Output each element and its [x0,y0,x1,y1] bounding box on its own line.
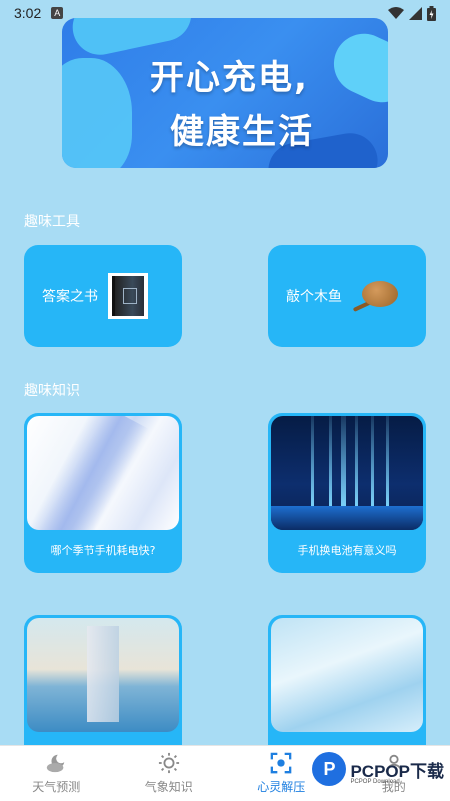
tool-label: 答案之书 [42,289,98,305]
banner-decoration [324,23,388,113]
knowledge-image-silk [27,416,179,530]
knowledge-caption: 哪个季节手机耗电快? [50,544,156,557]
banner-decoration [62,58,132,168]
notification-a-icon: A [51,7,64,19]
knowledge-card[interactable]: 手机换电池有意义吗 [268,413,426,573]
status-icons [388,5,436,21]
watermark-subtext: PCPOP Download [350,779,400,785]
battery-icon [427,5,436,21]
nav-label: 天气预测 [32,780,81,794]
banner-line1: 开心充电, [150,58,309,98]
scan-heart-icon [270,752,292,774]
knowledge-caption: 手机换电池有意义吗 [297,544,397,557]
nav-label: 心灵解压 [257,780,306,794]
signal-icon [409,6,422,20]
sun-icon [158,752,179,774]
watermark: P PCPOP下载 PCPOP Download [312,752,444,786]
knowledge-caption [27,732,179,744]
wifi-icon [388,6,404,19]
book-icon [108,273,148,319]
knowledge-image-light-beams [271,416,423,530]
knowledge-image-sea [27,618,179,732]
wooden-fish-icon [352,279,398,313]
tool-card-wooden-fish[interactable]: 敲个木鱼 [268,245,426,347]
watermark-text: PCPOP下载 [350,761,444,781]
banner[interactable]: 开心充电, 健康生活 [62,18,388,168]
cloud-moon-icon [47,754,65,773]
nav-item-weather-knowledge[interactable]: 气象知识 [113,746,226,801]
knowledge-card[interactable]: 哪个季节手机耗电快? [24,413,182,573]
banner-line2: 健康生活 [170,112,314,152]
tool-card-answer-book[interactable]: 答案之书 [24,245,182,347]
watermark-logo: P [312,752,347,786]
nav-label: 气象知识 [144,780,193,794]
nav-item-weather[interactable]: 天气预测 [0,746,113,801]
status-time: 3:02 [14,5,42,21]
knowledge-image-wave [271,618,423,732]
section-title-knowledge: 趣味知识 [24,383,80,399]
tool-label: 敲个木鱼 [286,289,342,305]
section-title-tools: 趣味工具 [24,214,80,230]
